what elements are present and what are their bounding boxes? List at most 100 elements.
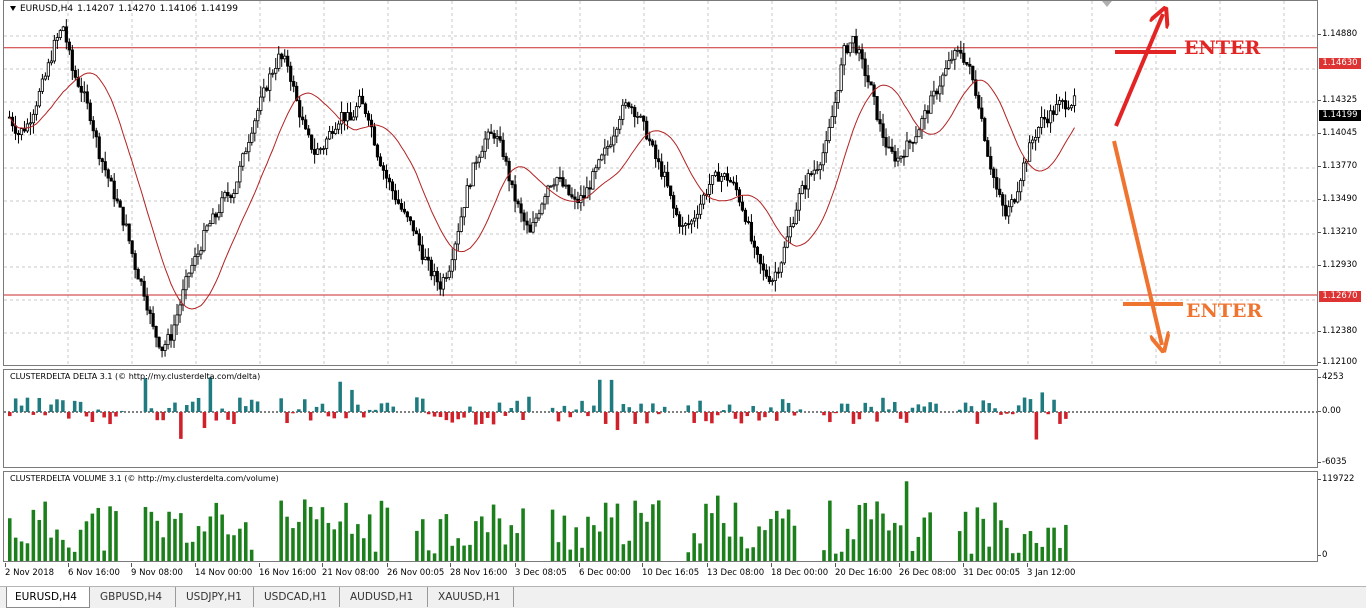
candle-body [34, 105, 39, 115]
delta-bar [657, 412, 661, 415]
delta-bar [975, 412, 980, 424]
volume-bar [149, 511, 154, 561]
candle-body [510, 180, 514, 186]
candle-body [1042, 117, 1047, 120]
volume-bar [574, 527, 578, 561]
delta-bar [90, 412, 95, 423]
delta-bar [190, 401, 195, 412]
price-tick: 1.14045 [1317, 128, 1358, 138]
candle-body [214, 213, 218, 218]
price-axis[interactable]: 1.14880 1.14325 1.14045 1.13770 1.13490 … [1317, 0, 1366, 367]
candle-body [1031, 139, 1035, 144]
volume-bar [143, 507, 148, 561]
candle-body [824, 140, 828, 154]
candle-body [618, 118, 622, 130]
delta-axis[interactable]: 4253 0.00 -6035 [1318, 369, 1366, 468]
volume-bar [114, 511, 118, 561]
delta-bar [367, 409, 372, 412]
delta-histogram[interactable] [4, 370, 1318, 468]
chart-menu-triangle-icon[interactable] [10, 6, 16, 11]
tab-xauusd-h1[interactable]: XAUUSD,H1 [430, 587, 514, 607]
delta-bar [84, 412, 89, 417]
tab-audusd-h1[interactable]: AUDUSD,H1 [342, 587, 428, 607]
candle-body [387, 177, 392, 183]
delta-bar [297, 409, 301, 412]
candle-body [378, 156, 383, 167]
delta-bar [698, 400, 702, 412]
volume-bar [480, 516, 484, 561]
delta-bar [96, 409, 101, 412]
candle-body [902, 155, 906, 158]
candle-body [956, 49, 960, 52]
candle-body [959, 49, 963, 54]
delta-bar [716, 412, 720, 416]
time-tick: 9 Nov 08:00 [131, 563, 183, 578]
delta-bar [981, 400, 986, 412]
candle-body [920, 118, 924, 131]
delta-indicator-panel[interactable]: CLUSTERDELTA DELTA 3.1 (© http://my.clus… [3, 369, 1318, 468]
volume-bar [314, 519, 319, 561]
delta-bar [480, 412, 484, 424]
volume-tick: 119722 [1317, 474, 1355, 484]
price-chart-panel[interactable]: EURUSD,H4 1.14207 1.14270 1.14106 1.14199 [3, 0, 1318, 366]
delta-bar [686, 405, 691, 412]
volume-bar [350, 533, 354, 561]
volume-bar [521, 508, 525, 561]
volume-indicator-panel[interactable]: CLUSTERDELTA VOLUME 3.1 (© http://my.clu… [3, 471, 1318, 562]
delta-bar [426, 412, 431, 415]
volume-bar [444, 514, 449, 561]
candle-body [579, 195, 583, 204]
chart-shift-marker-icon[interactable] [1102, 1, 1112, 7]
candle-body [896, 157, 900, 162]
volume-axis[interactable]: 119722 0 [1317, 471, 1366, 562]
tab-usdjpy-h1[interactable]: USDJPY,H1 [178, 587, 254, 607]
delta-bar [598, 379, 602, 412]
delta-bar [232, 412, 236, 425]
candle-body [776, 271, 780, 274]
price-tick: 1.14880 [1317, 29, 1358, 39]
delta-bar [8, 412, 12, 417]
volume-bar [462, 545, 466, 561]
delta-bar [438, 412, 443, 418]
time-axis[interactable]: 2 Nov 2018 6 Nov 16:00 9 Nov 08:00 14 No… [3, 563, 1318, 583]
delta-bar [37, 397, 42, 412]
candle-body [1001, 194, 1005, 206]
candle-body [280, 53, 284, 60]
volume-histogram[interactable] [4, 472, 1318, 562]
candle-body [375, 144, 380, 158]
delta-bar [922, 406, 927, 412]
candle-body [528, 224, 532, 233]
volume-bar [297, 521, 301, 561]
candle-body [480, 150, 484, 158]
price-chart-canvas[interactable] [4, 1, 1318, 366]
candle-body [678, 214, 682, 227]
candle-body [49, 60, 53, 64]
open-price: 1.14207 [77, 4, 115, 14]
volume-bar [710, 513, 714, 561]
candle-body [1069, 105, 1074, 109]
tab-eurusd-h4[interactable]: EURUSD,H4 [6, 587, 90, 608]
price-tick: 1.12100 [1317, 357, 1358, 367]
tab-usdcad-h1[interactable]: USDCAD,H1 [256, 587, 340, 607]
candle-body [669, 185, 673, 196]
candle-body [597, 159, 601, 169]
candle-body [82, 91, 86, 94]
candle-body [773, 271, 777, 281]
tab-gbpusd-h4[interactable]: GBPUSD,H4 [92, 587, 176, 607]
volume-bar [485, 532, 490, 561]
candle-body [28, 122, 33, 125]
candle-body [962, 52, 966, 63]
price-tick: 1.12930 [1317, 260, 1358, 270]
volume-bar [875, 501, 879, 561]
candle-body [1057, 100, 1062, 105]
delta-bar [739, 412, 744, 424]
delta-bar [285, 412, 289, 424]
time-tick: 26 Nov 00:05 [387, 563, 445, 578]
price-tick: 1.12380 [1317, 326, 1358, 336]
volume-bar [550, 509, 555, 561]
candle-body [567, 184, 571, 196]
candle-body [40, 78, 45, 92]
candle-body [839, 64, 843, 91]
time-tick: 3 Jan 12:00 [1027, 563, 1076, 578]
candle-body [468, 185, 472, 188]
